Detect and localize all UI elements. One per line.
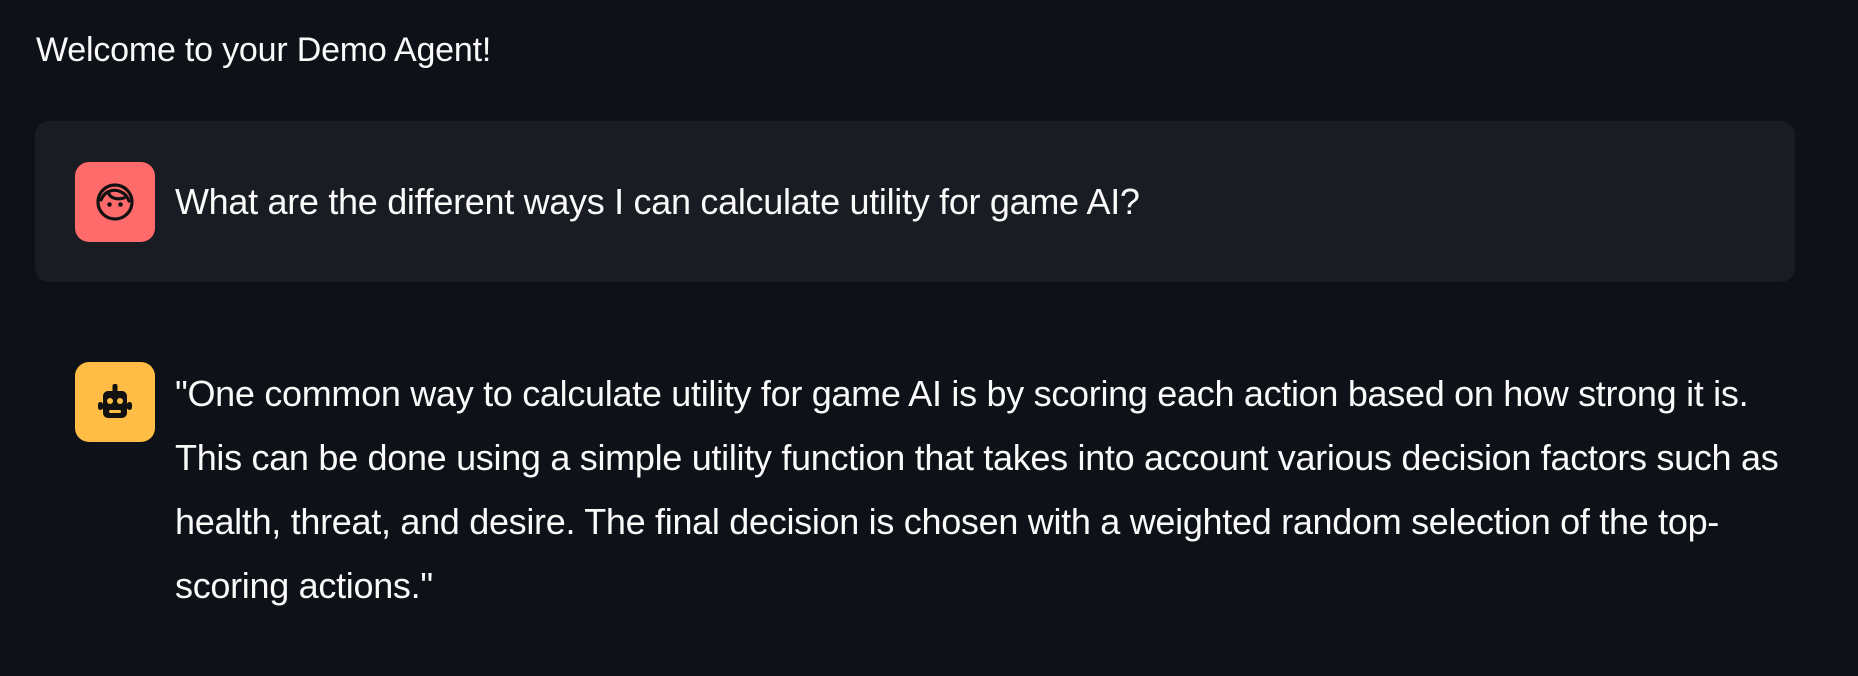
user-face-icon xyxy=(96,183,134,221)
robot-icon xyxy=(98,384,132,418)
welcome-title: Welcome to your Demo Agent! xyxy=(36,31,492,69)
assistant-chat-message: "One common way to calculate utility for… xyxy=(35,350,1795,630)
user-avatar xyxy=(75,162,155,242)
user-chat-message: What are the different ways I can calcul… xyxy=(35,121,1795,282)
user-message-text: What are the different ways I can calcul… xyxy=(175,181,1140,222)
chat-app: Welcome to your Demo Agent! What are the… xyxy=(0,0,1858,676)
assistant-message-text: "One common way to calculate utility for… xyxy=(175,373,1779,606)
assistant-avatar xyxy=(75,362,155,442)
